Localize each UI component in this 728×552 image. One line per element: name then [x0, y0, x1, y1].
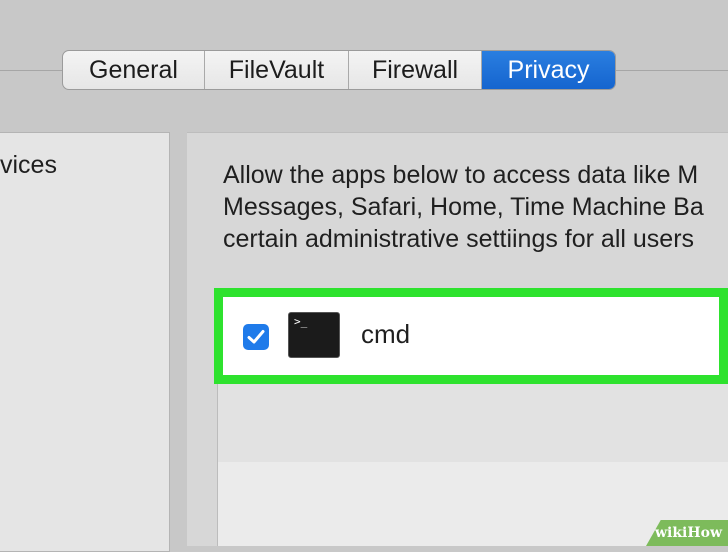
terminal-prompt-glyph: >_	[294, 315, 308, 328]
security-tab-bar: General FileVault Firewall Privacy	[62, 50, 616, 90]
description-line: certain administrative settiings for all…	[223, 225, 695, 253]
watermark-suffix: How	[687, 525, 722, 541]
terminal-icon: >_	[288, 312, 340, 358]
app-list-empty-area	[218, 462, 728, 546]
full-disk-access-description: Allow the apps below to access data like…	[223, 159, 728, 255]
description-line: Messages, Safari, Home, Time Machine Ba	[223, 193, 704, 221]
tab-firewall[interactable]: Firewall	[349, 51, 482, 89]
app-checkbox[interactable]	[243, 324, 269, 350]
tab-general[interactable]: General	[63, 51, 205, 89]
app-name: cmd	[361, 319, 411, 349]
tab-privacy[interactable]: Privacy	[482, 51, 615, 89]
app-row-cmd[interactable]: >_ cmd	[214, 288, 728, 384]
description-line: Allow the apps below to access data like…	[223, 161, 699, 189]
tab-filevault[interactable]: FileVault	[205, 51, 349, 89]
watermark-prefix: wiki	[654, 525, 688, 541]
sidebar-item-services[interactable]: vices	[0, 151, 57, 180]
privacy-category-list[interactable]: vices	[0, 132, 170, 552]
checkmark-icon	[247, 330, 265, 344]
